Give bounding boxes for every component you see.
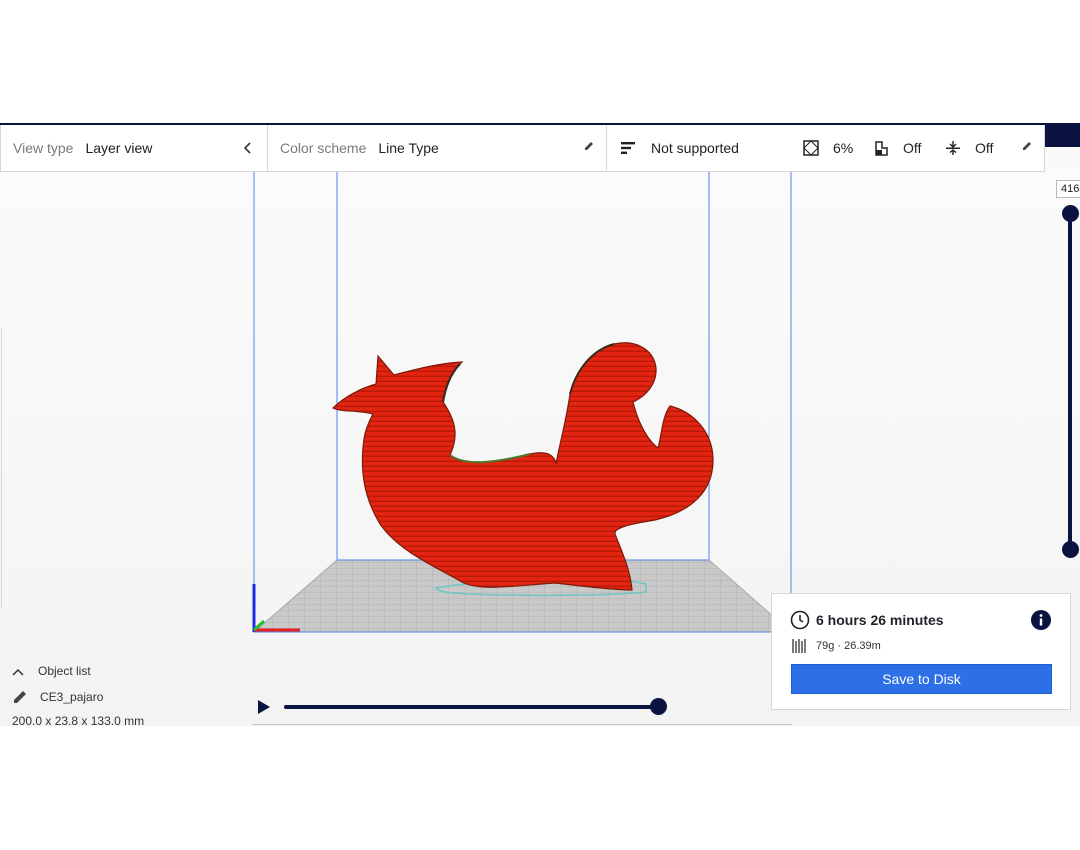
support-value: Not supported <box>651 140 739 156</box>
cura-app-window: View type Layer view Color scheme Line T… <box>0 123 1080 726</box>
clock-icon <box>790 610 816 630</box>
object-list-header: Object list <box>38 664 91 678</box>
ironing-setting[interactable]: Off <box>945 140 1005 156</box>
adhesion-icon <box>873 140 897 156</box>
info-icon[interactable] <box>1031 610 1051 630</box>
object-name-row[interactable]: CE3_pajaro <box>12 684 232 710</box>
adhesion-setting[interactable]: Off <box>873 140 945 156</box>
print-time: 6 hours 26 minutes <box>790 610 944 630</box>
infill-icon <box>803 140 827 156</box>
object-dimensions: 200.0 x 23.8 x 133.0 mm <box>12 714 145 726</box>
layer-slider-top-handle[interactable] <box>1062 205 1079 222</box>
color-scheme-selector[interactable]: Color scheme Line Type <box>268 125 607 171</box>
view-type-selector[interactable]: View type Layer view <box>1 125 268 171</box>
left-panel-edge <box>0 327 2 609</box>
view-toolbar: View type Layer view Color scheme Line T… <box>0 125 1045 172</box>
object-list-toggle[interactable]: Object list <box>12 660 232 682</box>
header-bar-corner <box>1044 123 1080 147</box>
chevron-left-icon[interactable] <box>243 140 253 156</box>
object-list-panel: Object list CE3_pajaro 200.0 x 23.8 x 13… <box>12 660 232 726</box>
infill-setting[interactable]: 6% <box>803 140 873 156</box>
view-type-label: View type <box>13 140 74 156</box>
save-to-disk-button[interactable]: Save to Disk <box>791 664 1052 694</box>
support-setting[interactable]: Not supported <box>621 140 803 156</box>
layer-slider-track[interactable] <box>1068 214 1072 550</box>
pencil-icon[interactable] <box>12 689 40 705</box>
ironing-icon <box>945 140 969 156</box>
print-time-value: 6 hours 26 minutes <box>816 612 944 628</box>
adhesion-value: Off <box>903 140 922 156</box>
layer-number-input[interactable]: 416 <box>1056 180 1080 198</box>
ironing-value: Off <box>975 140 994 156</box>
support-icon <box>621 141 643 155</box>
layer-slider: 416 <box>1054 180 1080 570</box>
playbar-divider <box>252 724 792 725</box>
material-usage: 79g · 26.39m <box>792 638 881 654</box>
print-summary-panel: 6 hours 26 minutes 79g · 26.39m Save to … <box>771 593 1071 710</box>
color-scheme-label: Color scheme <box>280 140 367 156</box>
material-value: 79g · 26.39m <box>816 640 881 652</box>
infill-value: 6% <box>833 140 854 156</box>
pencil-icon[interactable] <box>582 139 596 153</box>
chevron-up-icon <box>12 663 28 679</box>
color-scheme-value: Line Type <box>378 140 439 156</box>
layer-simulation-bar <box>252 694 792 726</box>
layer-slider-bottom-handle[interactable] <box>1062 541 1079 558</box>
path-slider-handle[interactable] <box>650 698 667 715</box>
play-icon[interactable] <box>256 698 272 716</box>
path-slider-track[interactable] <box>284 705 658 709</box>
print-settings-summary[interactable]: Not supported 6% Off Off <box>607 125 1044 171</box>
view-type-value: Layer view <box>85 140 153 156</box>
pencil-icon[interactable] <box>1020 139 1034 153</box>
filament-icon <box>792 638 816 654</box>
object-name: CE3_pajaro <box>40 690 104 704</box>
3d-viewport[interactable]: Object list CE3_pajaro 200.0 x 23.8 x 13… <box>0 172 1080 726</box>
